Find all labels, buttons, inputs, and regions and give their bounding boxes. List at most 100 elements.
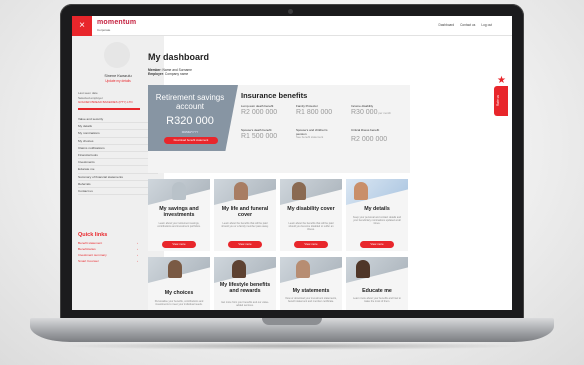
sidebar-item-investments[interactable]: Investments bbox=[78, 159, 158, 167]
employer-value: Company name bbox=[164, 72, 189, 77]
sidebar-item-contact-us[interactable]: Contact us bbox=[78, 188, 158, 196]
sidebar-item-my-details[interactable]: My details bbox=[78, 123, 158, 131]
card-life-cover[interactable]: My life and funeral cover Learn about th… bbox=[214, 179, 276, 251]
sidebar-item-claims[interactable]: Claims notifications bbox=[78, 145, 158, 152]
laptop-notch bbox=[262, 318, 322, 325]
card-title: My savings and investments bbox=[159, 206, 199, 218]
card-title: Educate me bbox=[362, 288, 392, 294]
card-savings[interactable]: My savings and investments Learn about y… bbox=[148, 179, 210, 251]
rate-us-tab[interactable]: ★ Rate us bbox=[488, 76, 512, 116]
card-description: Learn about the benefits that will be pa… bbox=[221, 222, 269, 229]
quick-links-list: Benefit statement › Beneficiaries › Invest… bbox=[78, 241, 138, 265]
profile-progress-bar bbox=[78, 108, 140, 110]
person-image bbox=[168, 260, 182, 278]
person-image bbox=[234, 182, 248, 200]
benefit-item: Spouse's death benefit R1 500 000 bbox=[241, 128, 281, 141]
benefit-item: Income disability R30 000 per month bbox=[351, 104, 407, 117]
member-info: Member: Name and Surname Employer: Compa… bbox=[148, 68, 193, 77]
logo-subtitle: Corporate bbox=[97, 28, 111, 32]
card-description: Learn about the benefits that will be pa… bbox=[288, 222, 334, 232]
card-description: Get more from your benefits and our valu… bbox=[221, 301, 269, 308]
view-more-button[interactable]: View more bbox=[162, 241, 196, 248]
card-disability[interactable]: My disability cover Learn about the bene… bbox=[280, 179, 342, 251]
chevron-right-icon: › bbox=[136, 259, 138, 263]
update-details-link[interactable]: Update my details bbox=[72, 79, 164, 83]
card-image bbox=[280, 257, 342, 283]
person-image bbox=[232, 260, 246, 278]
sidebar-item-educate-me[interactable]: Educate me bbox=[78, 166, 158, 174]
quick-link-label: Smart Counsel bbox=[78, 259, 99, 263]
laptop-screen: × momentum Corporate Dashboard Contact u… bbox=[72, 16, 512, 310]
top-nav: Dashboard Contact us Log out bbox=[439, 23, 492, 27]
view-more-button[interactable]: View more bbox=[360, 241, 394, 248]
benefit-value: R1 500 000 bbox=[241, 132, 278, 140]
employer-label: Employer bbox=[148, 72, 164, 77]
person-image bbox=[172, 182, 186, 200]
benefit-item: Critical illness benefit R2 000 000 bbox=[351, 128, 407, 144]
user-meta: Last seen date Selected employer GOLDEN … bbox=[78, 91, 133, 105]
benefit-value: R2 000 000 bbox=[351, 136, 388, 144]
benefits-banner: Retirement savings account R320 000 DD/M… bbox=[148, 85, 410, 173]
retirement-title: Retirement savings account bbox=[155, 93, 225, 111]
nav-dashboard[interactable]: Dashboard bbox=[439, 23, 455, 27]
card-title: My statements bbox=[292, 288, 330, 294]
person-image bbox=[296, 260, 310, 278]
view-more-button[interactable]: View more bbox=[294, 241, 328, 248]
view-more-button[interactable]: View more bbox=[228, 241, 262, 248]
card-description: Personalise your benefits, contributions… bbox=[154, 300, 204, 307]
quick-links-title: Quick links bbox=[78, 232, 108, 238]
close-icon[interactable]: × bbox=[72, 16, 92, 36]
laptop-shadow bbox=[60, 342, 524, 350]
sidebar-item-value-security[interactable]: Value and security bbox=[78, 116, 158, 124]
card-description: Learn more about your benefits and how t… bbox=[353, 297, 401, 304]
benefit-value: See benefit statement bbox=[296, 135, 324, 140]
quick-link-item[interactable]: Smart Counsel › bbox=[78, 259, 138, 265]
retirement-date: DD/MM/YYYY bbox=[181, 131, 199, 134]
card-statements[interactable]: My statements View or download your inve… bbox=[280, 257, 342, 310]
star-icon: ★ bbox=[497, 75, 506, 86]
card-description: Keep your personal and contact details a… bbox=[352, 216, 402, 226]
benefit-label: Critical illness benefit bbox=[351, 128, 380, 132]
logo[interactable]: momentum bbox=[97, 19, 136, 26]
person-image bbox=[354, 182, 368, 200]
card-lifestyle[interactable]: My lifestyle benefits and rewards Get mo… bbox=[214, 257, 276, 310]
card-details[interactable]: My details Keep your personal and contac… bbox=[346, 179, 408, 251]
card-title: My disability cover bbox=[287, 206, 335, 212]
nav-contact-us[interactable]: Contact us bbox=[460, 23, 475, 27]
benefit-item: Lump-sum death benefit R2 000 000 bbox=[241, 104, 291, 117]
person-image bbox=[356, 260, 370, 278]
benefit-suffix: per month bbox=[378, 110, 391, 115]
sidebar-item-my-nominations[interactable]: My nominations bbox=[78, 130, 158, 138]
benefit-value: R2 000 000 bbox=[241, 108, 278, 116]
camera-icon bbox=[288, 9, 293, 14]
sidebar-item-my-choices[interactable]: My choices bbox=[78, 138, 158, 145]
sidebar-item-referrals[interactable]: Referrals bbox=[78, 181, 158, 188]
employer-name[interactable]: GOLDEN BREAD BAKERIES (PTY) LTD bbox=[78, 100, 133, 105]
card-choices[interactable]: My choices Personalise your benefits, co… bbox=[148, 257, 210, 310]
retirement-panel: Retirement savings account R320 000 DD/M… bbox=[148, 85, 238, 151]
insurance-title: Insurance benefits bbox=[241, 91, 308, 100]
card-image bbox=[280, 179, 342, 205]
nav-log-out[interactable]: Log out bbox=[481, 23, 492, 27]
card-title: My details bbox=[364, 206, 390, 212]
sidebar-item-financial-tools[interactable]: Financial tools bbox=[78, 152, 158, 160]
card-description: View or download your investment stateme… bbox=[285, 297, 337, 304]
avatar bbox=[104, 42, 130, 68]
rate-us-label: Rate us bbox=[496, 95, 500, 107]
benefit-value: R1 800 000 bbox=[296, 108, 333, 116]
benefit-value: R30 000 bbox=[351, 108, 378, 116]
benefit-item: Spouse's and children's pension See bene… bbox=[296, 128, 336, 140]
card-educate-me[interactable]: Educate me Learn more about your benefit… bbox=[346, 257, 408, 310]
sidebar-menu: Value and security My details My nominat… bbox=[78, 116, 158, 196]
benefit-item: Family Protector R1 800 000 bbox=[296, 104, 346, 117]
sidebar-item-financial-statements[interactable]: Summary of financial statements bbox=[78, 174, 158, 181]
retirement-amount: R320 000 bbox=[166, 115, 214, 127]
download-statement-button[interactable]: Download benefit statement bbox=[164, 137, 218, 144]
page-title: My dashboard bbox=[148, 52, 210, 62]
top-bar: × momentum Corporate Dashboard Contact u… bbox=[72, 16, 512, 36]
card-title: My life and funeral cover bbox=[221, 206, 269, 218]
laptop-lid: × momentum Corporate Dashboard Contact u… bbox=[60, 4, 524, 320]
person-image bbox=[292, 182, 306, 200]
card-title: My choices bbox=[164, 290, 194, 296]
laptop-base bbox=[30, 318, 554, 342]
